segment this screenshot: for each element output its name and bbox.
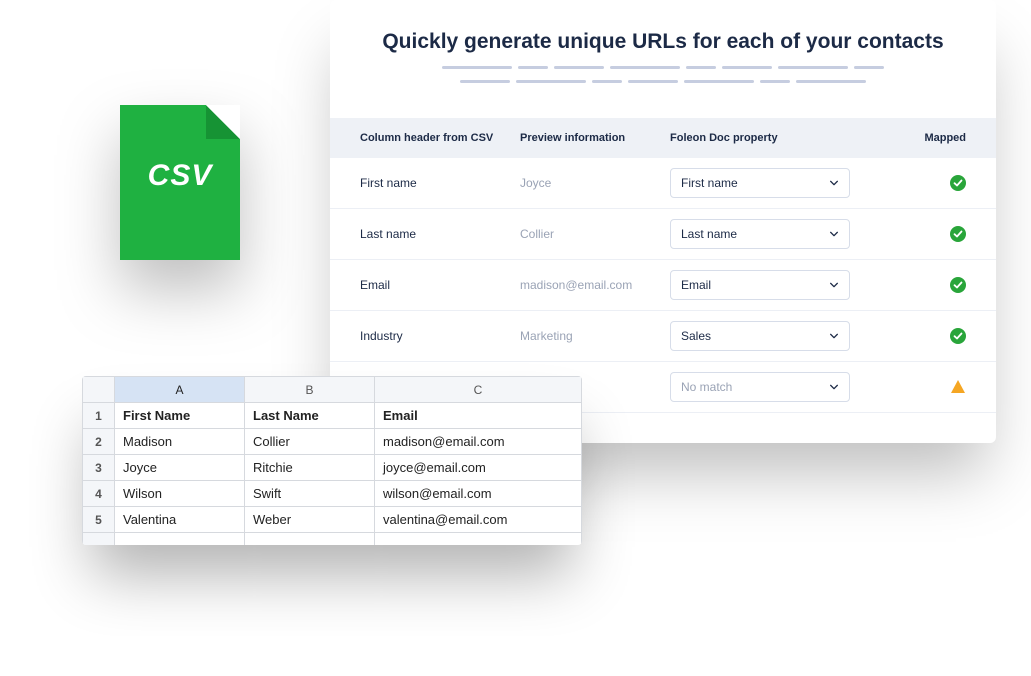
header-prop: Foleon Doc property [670,132,870,144]
check-circle-icon [950,277,966,293]
cell[interactable]: madison@email.com [375,429,582,455]
cell[interactable]: Valentina [115,507,245,533]
row-number[interactable]: 1 [83,403,115,429]
mapping-row: Last nameCollierLast name [330,209,996,260]
mapping-column-headers: Column header from CSV Preview informati… [330,118,996,158]
chevron-down-icon [829,331,839,341]
chevron-down-icon [829,382,839,392]
preview-value: Collier [520,227,670,241]
cell[interactable]: Wilson [115,481,245,507]
csv-column-name: Email [360,278,520,292]
cell[interactable]: Swift [245,481,375,507]
property-select-value: Sales [681,329,711,343]
spreadsheet-preview: A B C 1First NameLast NameEmail2MadisonC… [82,376,582,545]
cell[interactable] [115,533,245,545]
row-number[interactable]: 2 [83,429,115,455]
cell[interactable]: valentina@email.com [375,507,582,533]
col-header[interactable]: C [375,377,582,403]
cell[interactable]: First Name [115,403,245,429]
property-select[interactable]: Email [670,270,850,300]
table-row: 2MadisonColliermadison@email.com [83,429,582,455]
row-number[interactable]: 4 [83,481,115,507]
cell[interactable] [375,533,582,545]
header-preview: Preview information [520,132,670,144]
chevron-down-icon [829,229,839,239]
cell[interactable]: Madison [115,429,245,455]
spreadsheet-table: A B C 1First NameLast NameEmail2MadisonC… [82,376,582,545]
property-select-value: No match [681,380,732,394]
cell[interactable]: Email [375,403,582,429]
check-circle-icon [950,226,966,242]
chevron-down-icon [829,178,839,188]
mapping-title: Quickly generate unique URLs for each of… [330,0,996,66]
cell[interactable]: wilson@email.com [375,481,582,507]
cell[interactable]: Weber [245,507,375,533]
cell[interactable] [245,533,375,545]
cell[interactable]: Ritchie [245,455,375,481]
table-row: 5ValentinaWebervalentina@email.com [83,507,582,533]
preview-value: Marketing [520,329,670,343]
chevron-down-icon [829,280,839,290]
spreadsheet-header-row: 1First NameLast NameEmail [83,403,582,429]
cell[interactable]: Joyce [115,455,245,481]
property-select-value: First name [681,176,738,190]
preview-value: Joyce [520,176,670,190]
col-header[interactable]: B [245,377,375,403]
cell[interactable]: Collier [245,429,375,455]
mapping-row: First nameJoyceFirst name [330,158,996,209]
property-select-value: Last name [681,227,737,241]
csv-file-label: CSV [120,159,240,193]
check-circle-icon [950,328,966,344]
row-number[interactable]: 3 [83,455,115,481]
cell[interactable]: joyce@email.com [375,455,582,481]
corner-cell [83,377,115,403]
csv-column-name: Industry [360,329,520,343]
row-number[interactable] [83,533,115,545]
row-number[interactable]: 5 [83,507,115,533]
check-circle-icon [950,175,966,191]
col-header[interactable]: A [115,377,245,403]
property-select[interactable]: Last name [670,219,850,249]
property-select[interactable]: First name [670,168,850,198]
preview-value: madison@email.com [520,278,670,292]
header-mapped: Mapped [870,132,966,144]
table-row: 3JoyceRitchiejoyce@email.com [83,455,582,481]
warning-triangle-icon [950,379,966,395]
csv-column-name: Last name [360,227,520,241]
mapping-row: IndustryMarketing Sales [330,311,996,362]
csv-file-icon: CSV [120,105,240,260]
table-row [83,533,582,545]
mapping-row: Emailmadison@email.comEmail [330,260,996,311]
spreadsheet-col-header-row: A B C [83,377,582,403]
property-select[interactable]: No match [670,372,850,402]
table-row: 4WilsonSwiftwilson@email.com [83,481,582,507]
csv-column-name: First name [360,176,520,190]
description-placeholder [330,66,996,118]
cell[interactable]: Last Name [245,403,375,429]
property-select-value: Email [681,278,711,292]
header-csv: Column header from CSV [360,132,520,144]
property-select[interactable]: Sales [670,321,850,351]
